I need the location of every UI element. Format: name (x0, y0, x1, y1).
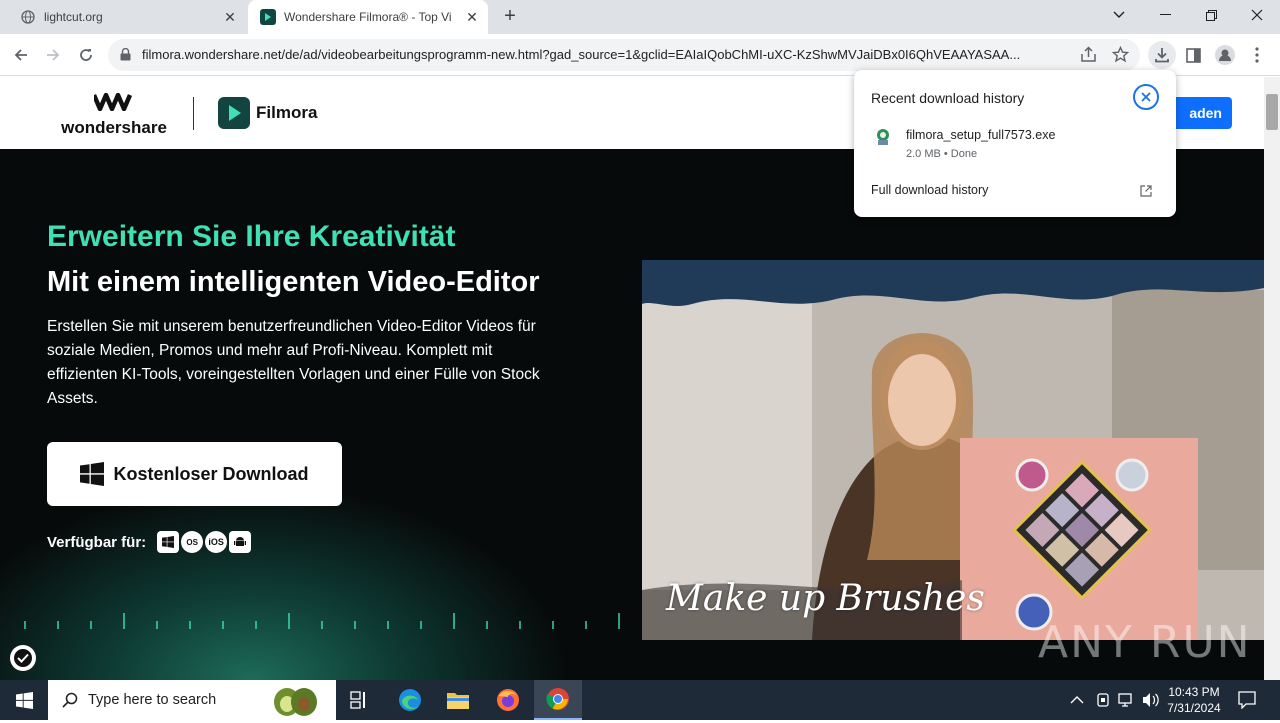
bookmark-star-icon[interactable] (1111, 45, 1130, 68)
windows-taskbar: Type here to search 10:43 PM 7/31/2024 (0, 680, 1280, 720)
globe-icon (20, 9, 36, 25)
back-arrow-icon[interactable] (8, 42, 34, 68)
anyrun-watermark: ANY RUN (1038, 617, 1252, 668)
hero-video-preview[interactable]: Make up Brushes (642, 260, 1264, 640)
side-panel-icon[interactable] (1180, 42, 1206, 68)
scrollbar-thumb[interactable] (1266, 94, 1278, 130)
free-download-button[interactable]: Kostenloser Download (47, 442, 342, 506)
android-icon (229, 531, 252, 553)
share-icon[interactable] (1080, 46, 1097, 68)
notifications-icon[interactable] (1238, 691, 1256, 714)
address-bar[interactable]: filmora.wondershare.net/de/ad/videobearb… (108, 39, 1140, 71)
header-divider (193, 97, 194, 130)
macos-icon: OS (181, 531, 204, 553)
search-placeholder: Type here to search (88, 692, 217, 708)
open-external-icon[interactable] (1140, 184, 1152, 202)
download-file-name[interactable]: filmora_setup_full7573.exe (906, 128, 1055, 142)
profile-avatar-icon[interactable] (1212, 42, 1238, 68)
url-text: filmora.wondershare.net/de/ad/videobearb… (142, 47, 1021, 62)
tab-title: lightcut.org (44, 10, 103, 24)
device-tray-icon[interactable] (1095, 692, 1111, 713)
filmora-favicon-icon (260, 9, 276, 25)
network-icon[interactable] (1118, 692, 1136, 713)
filmora-logo[interactable]: Filmora (218, 97, 317, 129)
installer-file-icon (875, 128, 891, 151)
chrome-taskbar-icon[interactable] (534, 680, 582, 720)
free-download-label: Kostenloser Download (113, 463, 309, 484)
close-popup-icon[interactable] (1133, 84, 1159, 110)
taskbar-clock[interactable]: 10:43 PM 7/31/2024 (1166, 684, 1222, 716)
menu-kebab-icon[interactable] (1244, 42, 1270, 68)
close-tab-icon[interactable]: ✕ (464, 9, 480, 25)
photo-caption: Make up Brushes (666, 578, 985, 619)
clock-time: 10:43 PM (1168, 685, 1220, 699)
search-icon (62, 692, 78, 708)
timeline-ticks-decoration (24, 613, 620, 629)
tab-filmora[interactable]: Wondershare Filmora® - Top Vi ✕ (248, 0, 488, 34)
full-download-history-link[interactable]: Full download history (871, 183, 988, 197)
file-explorer-icon[interactable] (434, 680, 482, 720)
edge-browser-icon[interactable] (386, 680, 434, 720)
windows-icon (157, 531, 180, 553)
tab-title: Wondershare Filmora® - Top Vi (284, 10, 452, 24)
available-platforms: Verfügbar für: OS iOS (47, 531, 252, 553)
clock-date: 7/31/2024 (1167, 701, 1221, 715)
popup-title: Recent download history (871, 90, 1025, 106)
avocado-search-highlight-icon (270, 682, 320, 723)
minimize-window-icon[interactable] (1142, 0, 1188, 30)
volume-icon[interactable] (1142, 692, 1160, 713)
wondershare-wordmark: wondershare (61, 118, 167, 137)
page-scrollbar[interactable] (1264, 77, 1280, 680)
forward-arrow-icon[interactable] (40, 42, 66, 68)
download-file-meta: 2.0 MB • Done (906, 148, 978, 160)
filmora-wordmark: Filmora (256, 103, 318, 122)
wondershare-logo[interactable]: wondershare (61, 92, 167, 138)
close-window-icon[interactable] (1234, 0, 1280, 30)
browser-tab-bar: lightcut.org ✕ Wondershare Filmora® - To… (0, 0, 1280, 34)
filmora-logo-icon (218, 97, 250, 129)
new-tab-button[interactable]: + (498, 5, 522, 29)
start-windows-icon[interactable] (0, 680, 48, 720)
hero-description: Erstellen Sie mit unserem benutzerfreund… (47, 318, 540, 407)
reload-icon[interactable] (73, 42, 99, 68)
tab-search-chevron-icon[interactable] (1096, 0, 1142, 30)
download-history-popup: Recent download history filmora_setup_fu… (854, 70, 1176, 217)
available-label: Verfügbar für: (47, 533, 147, 551)
hero-headline-accent: Erweitern Sie Ihre Kreativität (47, 220, 456, 253)
lock-icon[interactable] (120, 47, 131, 66)
taskbar-search-box[interactable]: Type here to search (48, 680, 336, 720)
show-hidden-icons-chevron-icon[interactable] (1070, 692, 1084, 710)
firefox-icon[interactable] (484, 680, 532, 720)
task-view-icon[interactable] (336, 680, 384, 720)
close-tab-icon[interactable]: ✕ (222, 9, 238, 25)
tab-lightcut[interactable]: lightcut.org ✕ (8, 0, 246, 34)
security-check-icon[interactable] (10, 645, 36, 671)
restore-window-icon[interactable] (1188, 0, 1234, 30)
windows-logo-icon (80, 462, 105, 486)
wondershare-mark-icon (91, 92, 133, 112)
downloads-icon[interactable] (1148, 41, 1176, 69)
ios-icon: iOS (205, 531, 228, 553)
hero-headline: Mit einem intelligenten Video-Editor (47, 266, 540, 298)
